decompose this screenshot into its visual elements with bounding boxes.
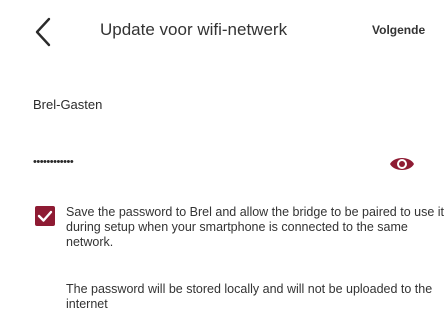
app-header: Update voor wifi-netwerk Volgende: [0, 0, 448, 64]
back-button[interactable]: [30, 14, 60, 50]
eye-icon: [390, 158, 414, 170]
wifi-update-screen: Update voor wifi-netwerk Volgende Brel-G…: [0, 0, 448, 329]
password-value: ••••••••••••: [33, 156, 74, 168]
toggle-password-visibility-button[interactable]: [388, 152, 416, 176]
save-password-label: Save the password to Brel and allow the …: [66, 205, 445, 249]
page-title: Update voor wifi-netwerk: [100, 20, 288, 39]
check-icon: [37, 210, 53, 222]
next-button[interactable]: Volgende: [372, 23, 425, 37]
ssid-value: Brel-Gasten: [33, 97, 103, 112]
save-password-checkbox[interactable]: [35, 206, 55, 226]
storage-note: The password will be stored locally and …: [66, 282, 433, 311]
chevron-left-icon: [35, 17, 51, 47]
ssid-field[interactable]: Brel-Gasten: [33, 92, 413, 126]
password-field[interactable]: ••••••••••••: [33, 150, 433, 186]
